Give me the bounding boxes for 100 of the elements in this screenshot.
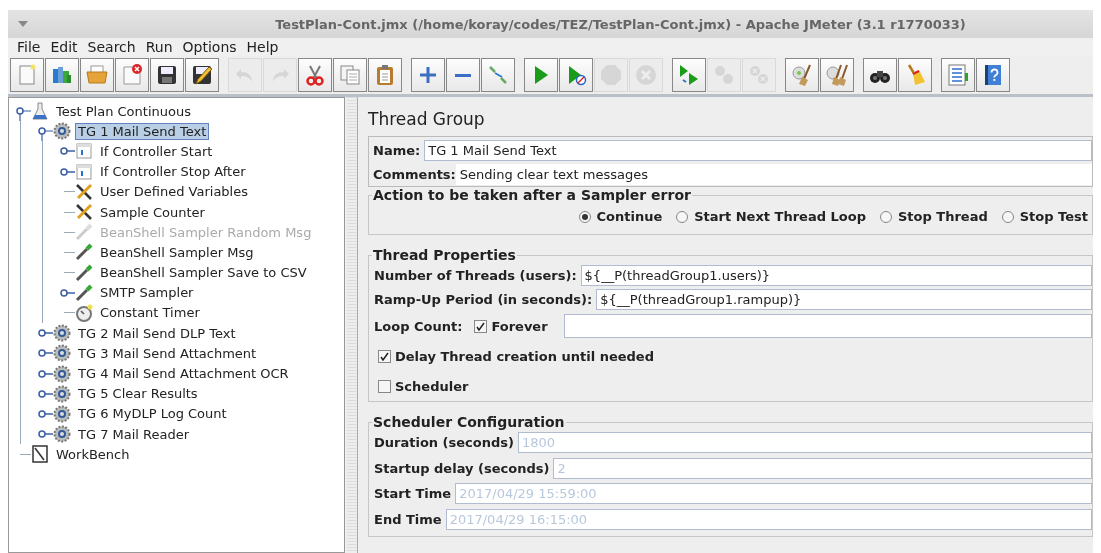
gear-icon bbox=[53, 324, 71, 343]
stopwatch-icon bbox=[75, 303, 93, 322]
tree-connector-line bbox=[64, 231, 75, 233]
tree-connector-line bbox=[64, 272, 75, 274]
checkbox[interactable] bbox=[378, 349, 391, 363]
tree-node[interactable]: BeanShell Sampler Save to CSV bbox=[97, 264, 310, 282]
tree-node[interactable]: BeanShell Sampler Msg bbox=[97, 243, 257, 261]
wrench-screwdriver-icon bbox=[75, 203, 93, 222]
pipette-icon bbox=[75, 283, 93, 302]
gear-brooms-icon bbox=[825, 63, 849, 87]
collapsed-handle-icon[interactable] bbox=[39, 390, 53, 397]
tree-node[interactable]: Constant Timer bbox=[97, 304, 203, 322]
tree-node[interactable]: SMTP Sampler bbox=[97, 284, 197, 302]
checkbox-label[interactable]: Scheduler bbox=[395, 378, 469, 394]
wrench-screwdriver-icon bbox=[75, 182, 93, 201]
comments-field[interactable]: Sending clear text messages bbox=[455, 163, 1092, 185]
input-field[interactable] bbox=[563, 314, 1092, 338]
gear-icon bbox=[53, 404, 71, 423]
radio-option[interactable]: Continue bbox=[578, 209, 663, 224]
toolbar-button[interactable] bbox=[863, 58, 897, 92]
checkbox-label[interactable]: Forever bbox=[491, 318, 548, 334]
group-title: Thread Properties bbox=[372, 247, 517, 263]
collapsed-handle-icon[interactable] bbox=[39, 410, 53, 417]
scissors-icon bbox=[303, 63, 327, 87]
group-title: Action to be taken after a Sampler error bbox=[372, 187, 692, 203]
toolbar-button[interactable] bbox=[150, 58, 184, 92]
tree-node[interactable]: TG 2 Mail Send DLP Text bbox=[75, 324, 239, 342]
close-document-icon bbox=[120, 63, 144, 87]
menu-item[interactable]: File bbox=[12, 39, 46, 55]
radio-option[interactable]: Stop Thread bbox=[879, 209, 988, 224]
menu-item[interactable]: Help bbox=[241, 39, 284, 55]
collapsed-handle-icon[interactable] bbox=[39, 330, 53, 337]
window-menu-icon[interactable] bbox=[18, 21, 28, 27]
tree-node[interactable]: TG 5 Clear Results bbox=[75, 385, 201, 403]
menu-item[interactable]: Search bbox=[82, 39, 141, 55]
tree-connector-line bbox=[20, 453, 31, 455]
group-title: Scheduler Configuration bbox=[372, 414, 566, 430]
gear-icon bbox=[53, 344, 71, 363]
input-field[interactable]: ${__P(threadGroup1.rampup)} bbox=[596, 288, 1092, 310]
field-label: Comments: bbox=[373, 166, 456, 182]
tree-node[interactable]: TG 4 Mail Send Attachment OCR bbox=[75, 365, 292, 383]
minus-icon bbox=[455, 73, 471, 77]
field-label: Loop Count: bbox=[374, 318, 463, 334]
pipette-icon bbox=[75, 243, 93, 262]
field-label: Start Time bbox=[374, 486, 452, 502]
collapsed-handle-icon[interactable] bbox=[39, 370, 53, 377]
gear-broom-icon bbox=[790, 63, 814, 87]
radio-option[interactable]: Start Next Thread Loop bbox=[676, 209, 866, 224]
tree-node[interactable]: Test Plan Continuous bbox=[53, 102, 194, 120]
toolbar-button[interactable] bbox=[976, 58, 1010, 92]
field-label: Duration (seconds) bbox=[374, 435, 514, 451]
tree-node[interactable]: TG 1 Mail Send Text bbox=[75, 122, 210, 140]
radio-button[interactable] bbox=[1001, 210, 1014, 223]
window-title: TestPlan-Cont.jmx (/home/koray/codes/TEZ/TestPlan-Cont.jmx) - Apache JMeter (3.1 r1770033) bbox=[274, 16, 967, 32]
flask-icon bbox=[31, 102, 49, 121]
field-label: End Time bbox=[374, 511, 442, 527]
name-field[interactable]: TG 1 Mail Send Text bbox=[424, 139, 1092, 161]
radio-button[interactable] bbox=[676, 210, 689, 223]
radio-button[interactable] bbox=[879, 210, 892, 223]
pipette-icon bbox=[75, 263, 93, 282]
gear-icon bbox=[53, 122, 71, 141]
field-label: Ramp-Up Period (in seconds): bbox=[374, 291, 593, 307]
tree-node[interactable]: TG 3 Mail Send Attachment bbox=[75, 344, 260, 362]
tree-node[interactable]: WorkBench bbox=[53, 445, 133, 463]
floppy-icon bbox=[155, 63, 179, 87]
field-label: Startup delay (seconds) bbox=[374, 460, 550, 476]
gear-icon bbox=[53, 425, 71, 444]
tree-node[interactable]: TG 7 Mail Reader bbox=[75, 425, 193, 443]
checkbox-label[interactable]: Delay Thread creation until needed bbox=[395, 348, 654, 364]
menu-item[interactable]: Options bbox=[177, 39, 242, 55]
expanded-handle-icon[interactable] bbox=[17, 108, 31, 122]
folder-icon bbox=[85, 63, 109, 87]
tree-node[interactable]: If Controller Stop After bbox=[97, 163, 249, 181]
collapsed-handle-icon[interactable] bbox=[61, 289, 75, 296]
tree-node[interactable]: User Defined Variables bbox=[97, 183, 251, 201]
pipette-icon bbox=[75, 223, 93, 242]
panel-title: Thread Group bbox=[368, 109, 486, 129]
menu-item[interactable]: Run bbox=[140, 39, 178, 55]
radio-option[interactable]: Stop Test bbox=[1001, 209, 1088, 224]
toolbar-button[interactable] bbox=[185, 58, 219, 92]
collapsed-handle-icon[interactable] bbox=[39, 431, 53, 438]
tree-node[interactable]: If Controller Start bbox=[97, 142, 216, 160]
input-field[interactable]: ${__P(threadGroup1.users)} bbox=[580, 264, 1092, 286]
tree-node[interactable]: TG 6 MyDLP Log Count bbox=[75, 405, 230, 423]
floppy-pencil-icon bbox=[190, 63, 214, 87]
gear-icon bbox=[53, 384, 71, 403]
splitter-handle[interactable] bbox=[347, 97, 358, 553]
collapsed-handle-icon[interactable] bbox=[61, 148, 75, 155]
collapsed-handle-icon[interactable] bbox=[61, 168, 75, 175]
checkbox[interactable] bbox=[378, 379, 391, 393]
expanded-handle-icon[interactable] bbox=[39, 128, 53, 142]
collapsed-handle-icon[interactable] bbox=[39, 350, 53, 357]
controller-icon bbox=[75, 162, 93, 181]
tree-connector-line bbox=[64, 251, 75, 253]
tree-node[interactable]: Sample Counter bbox=[97, 203, 208, 221]
tree-connector-line bbox=[64, 312, 75, 314]
radio-button[interactable] bbox=[578, 210, 591, 223]
checkbox[interactable] bbox=[474, 319, 488, 333]
close-circle-icon bbox=[634, 63, 658, 87]
menu-item[interactable]: Edit bbox=[45, 39, 83, 55]
